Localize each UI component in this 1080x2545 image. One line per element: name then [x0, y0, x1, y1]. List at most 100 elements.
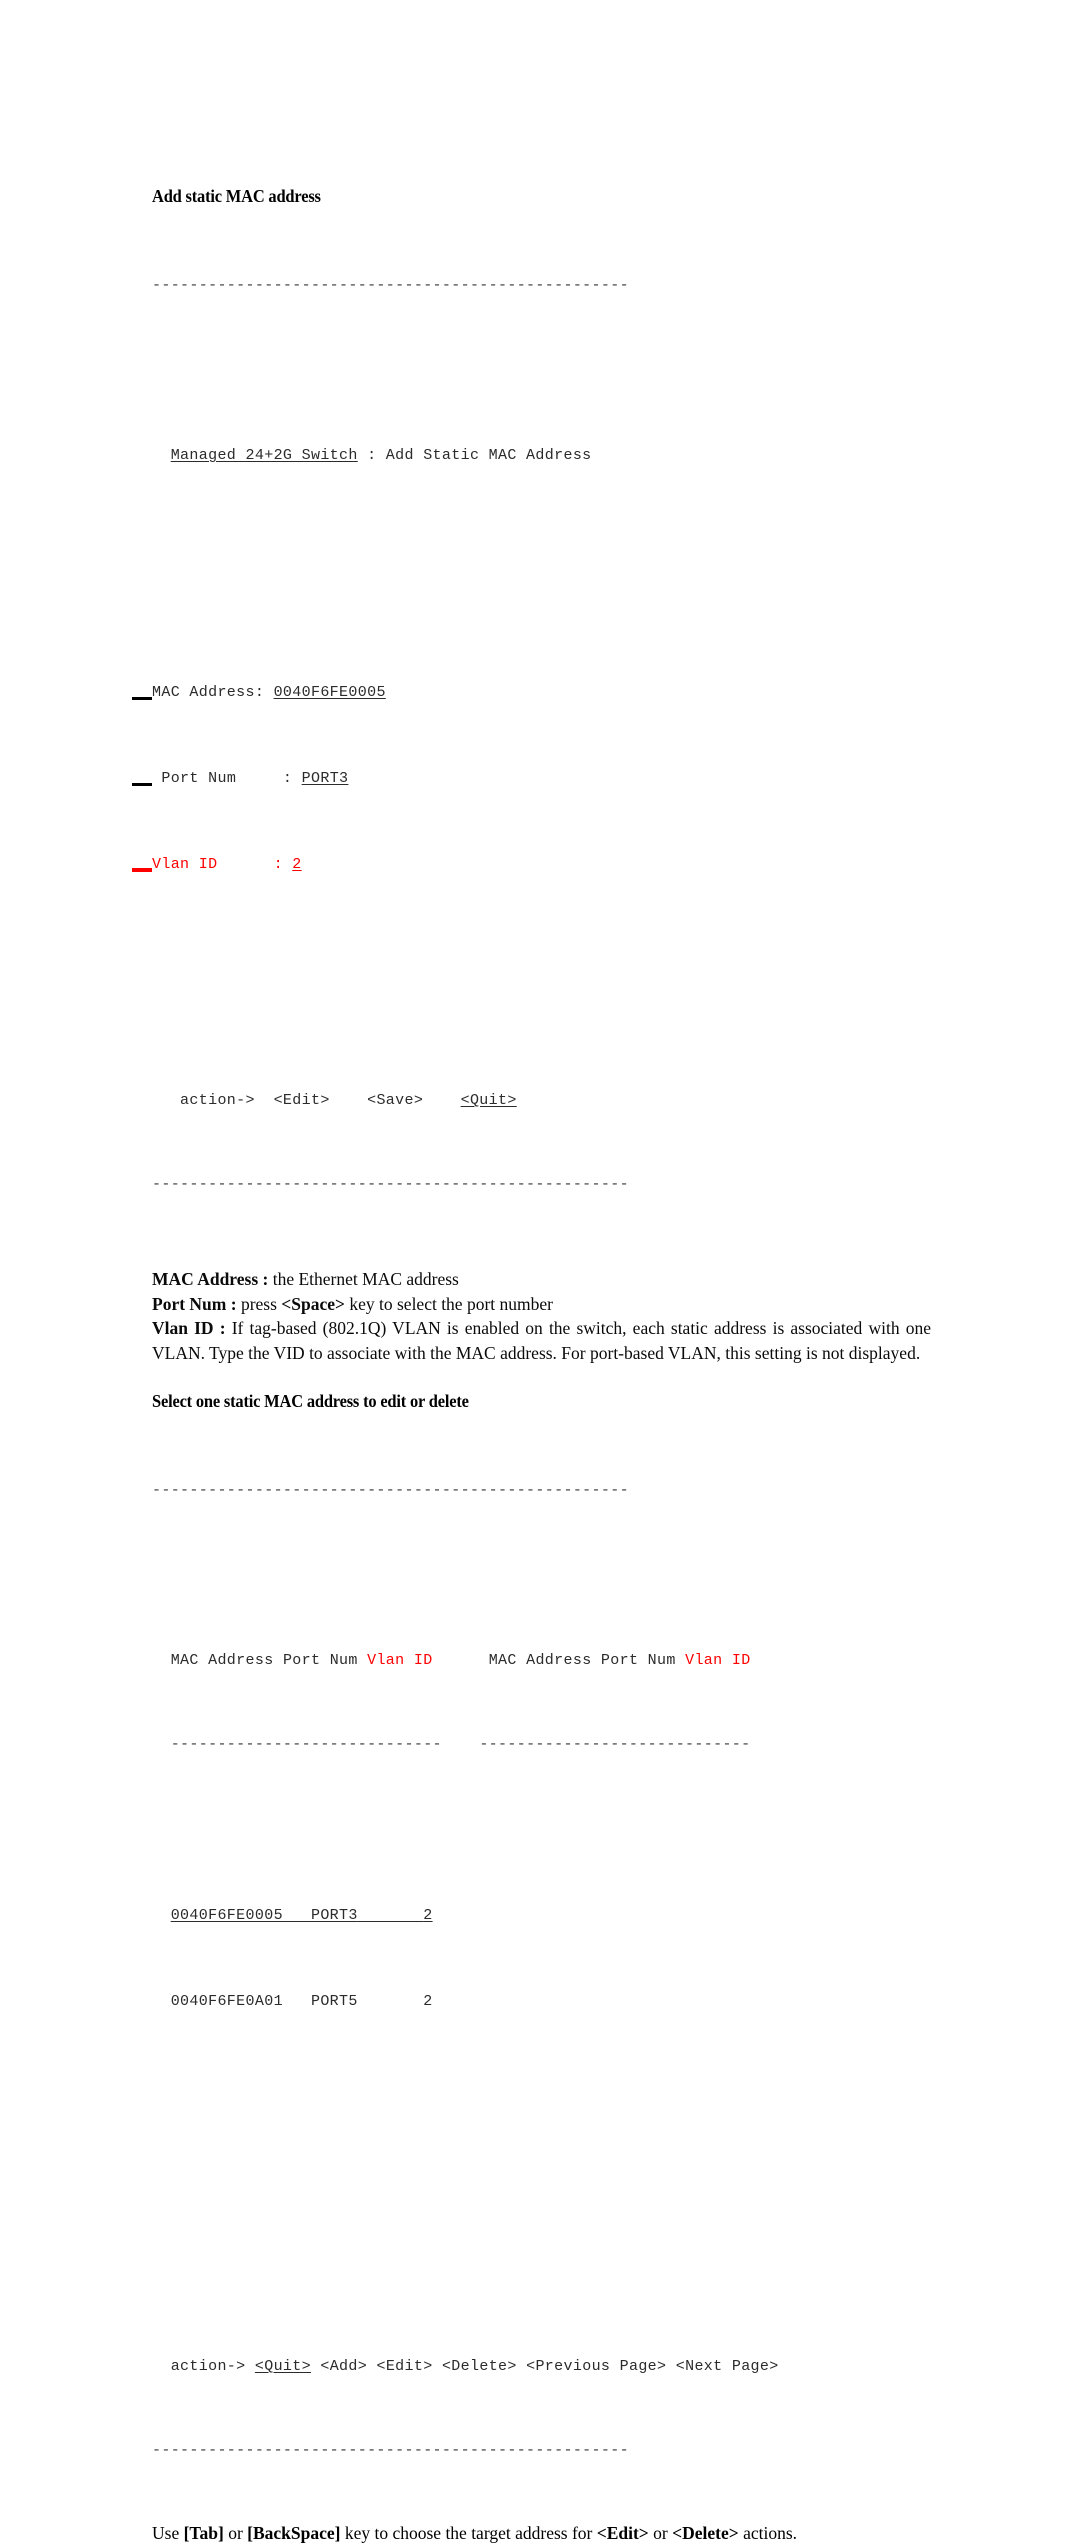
action-gap: [330, 1092, 349, 1109]
selection-marker-bar: [132, 697, 152, 701]
field-pad: :: [217, 855, 293, 873]
table-row[interactable]: 0040F6FE0005 PORT3 2: [152, 1905, 932, 1927]
footnote-key-edit: <Edit>: [596, 2523, 649, 2544]
field-pad: :: [236, 769, 302, 787]
action-button-edit[interactable]: <Edit>: [376, 2358, 432, 2375]
footnote-text-4: or: [648, 2523, 673, 2544]
heading-add-static-mac-address: Add static MAC address: [152, 186, 321, 206]
action-gap: [311, 2358, 320, 2375]
table-indent: [152, 1652, 171, 1669]
desc-text-port-num-b: key to select the port number: [344, 1293, 553, 1314]
footnote-key-tab: [Tab]: [183, 2523, 224, 2544]
terminal-top-rule: ----------------------------------------…: [152, 276, 629, 294]
table-col-header-vlan-id: Vlan ID: [367, 1652, 433, 1670]
selection-marker-bar-red: [132, 868, 152, 873]
table-header-row: MAC Address Port Num Vlan ID MAC Address…: [152, 1650, 932, 1672]
action-gap: [367, 2358, 376, 2375]
terminal-top-rule: ----------------------------------------…: [152, 1481, 629, 1499]
terminal-action-line: action-> <Edit> <Save> <Quit>: [152, 1090, 932, 1112]
terminal-title-indent: [152, 447, 171, 464]
footnote-text-3: key to choose the target address for: [340, 2523, 597, 2544]
action-button-delete[interactable]: <Delete>: [442, 2358, 517, 2375]
footnote-text-1: Use: [152, 2523, 184, 2544]
action-button-edit[interactable]: <Edit>: [274, 1092, 330, 1109]
field-pad: [264, 684, 273, 701]
action-button-add[interactable]: <Add>: [320, 2358, 367, 2375]
terminal-static-mac-table: ----------------------------------------…: [152, 1417, 932, 2503]
terminal-title-rest: : Add Static MAC Address: [357, 447, 592, 465]
field-label-port-num: Port Num: [161, 769, 237, 787]
terminal-action-line: action-> <Quit> <Add> <Edit> <Delete> <P…: [152, 2356, 932, 2378]
table-col-header-mac-address-2: MAC Address: [488, 1652, 592, 1670]
footnote-navigation-hint: Use [Tab] or [BackSpace] key to choose t…: [152, 2521, 932, 2545]
field-row-port-num[interactable]: Port Num : PORT3: [132, 768, 932, 790]
desc-term-port-num: Port Num :: [152, 1293, 237, 1314]
table-cell-port-num: PORT3: [310, 1906, 358, 1924]
table-cell-vlan-id: 2: [423, 1992, 433, 2010]
terminal-add-static-mac: ----------------------------------------…: [132, 212, 932, 1237]
action-gap: [442, 1092, 461, 1109]
action-prompt-label: action->: [152, 1092, 274, 1110]
table-cell-port-num: PORT5: [310, 1992, 358, 2010]
desc-text-mac-address: the Ethernet MAC address: [268, 1269, 459, 1290]
field-value-vlan-id[interactable]: 2: [292, 856, 301, 873]
table-row-selected-group[interactable]: 0040F6FE0005 PORT3 2: [171, 1907, 433, 1924]
terminal-title-line: Managed 24+2G Switch : Add Static MAC Ad…: [152, 445, 932, 467]
field-label-vlan-id: Vlan ID: [152, 855, 218, 873]
footnote-text-2: or: [223, 2523, 248, 2544]
table-col-rule-right: -----------------------------: [479, 1736, 751, 1754]
action-gap: [433, 2358, 442, 2375]
table-cell-mac-address: 0040F6FE0A01: [170, 1992, 283, 2010]
table-column-gap: [433, 1652, 489, 1669]
field-row-vlan-id[interactable]: Vlan ID : 2: [132, 854, 932, 876]
desc-term-mac-address: MAC Address :: [152, 1269, 269, 1290]
table-col-rule-left: -----------------------------: [170, 1736, 442, 1754]
desc-text-vlan-id: If tag-based (802.1Q) VLAN is enabled on…: [152, 1318, 931, 1363]
table-indent: [152, 1907, 171, 1924]
table-col-header-port-num: Port Num: [282, 1652, 358, 1670]
desc-term-vlan-id: Vlan ID :: [152, 1318, 226, 1339]
terminal-bottom-rule: ----------------------------------------…: [152, 2442, 629, 2460]
field-value-mac-address[interactable]: 0040F6FE0005: [274, 684, 386, 701]
field-descriptions: MAC Address : the Ethernet MAC address Po…: [152, 1267, 931, 1365]
action-gap: [666, 2358, 675, 2375]
table-cell-vlan-id: 2: [423, 1906, 433, 1924]
terminal-device-name: Managed 24+2G Switch: [170, 447, 358, 465]
action-gap: [348, 1092, 367, 1109]
heading-select-static-mac-address: Select one static MAC address to edit or…: [152, 1391, 469, 1412]
action-prompt-label: action->: [152, 2358, 255, 2376]
action-button-save[interactable]: <Save>: [367, 1092, 423, 1109]
action-button-next-page[interactable]: <Next Page>: [676, 2358, 779, 2375]
document-page: Add static MAC address -----------------…: [0, 0, 1080, 2543]
action-button-previous-page[interactable]: <Previous Page>: [526, 2358, 666, 2375]
action-gap: [423, 1092, 442, 1109]
table-indent: [152, 1736, 171, 1753]
action-button-quit[interactable]: <Quit>: [461, 1092, 517, 1109]
table-header-rule-row: ----------------------------- ----------…: [152, 1736, 932, 1754]
table-row[interactable]: 0040F6FE0A01 PORT5 2: [152, 1991, 932, 2013]
field-indent: [152, 770, 161, 787]
action-gap: [517, 2358, 526, 2375]
field-value-port-num[interactable]: PORT3: [302, 770, 349, 787]
desc-key-space: <Space>: [281, 1293, 345, 1314]
desc-text-port-num-a: press: [236, 1293, 282, 1314]
selection-marker-bar: [132, 783, 152, 787]
field-row-mac-address[interactable]: MAC Address: 0040F6FE0005: [132, 682, 932, 704]
terminal-bottom-rule: ----------------------------------------…: [152, 1176, 629, 1194]
action-button-quit[interactable]: <Quit>: [255, 2358, 311, 2375]
table-indent: [152, 1993, 171, 2010]
table-col-header-mac-address: MAC Address: [170, 1652, 274, 1670]
table-col-rule-gap: [442, 1736, 479, 1753]
footnote-key-delete: <Delete>: [672, 2523, 739, 2544]
table-col-header-vlan-id-2: Vlan ID: [685, 1652, 751, 1670]
